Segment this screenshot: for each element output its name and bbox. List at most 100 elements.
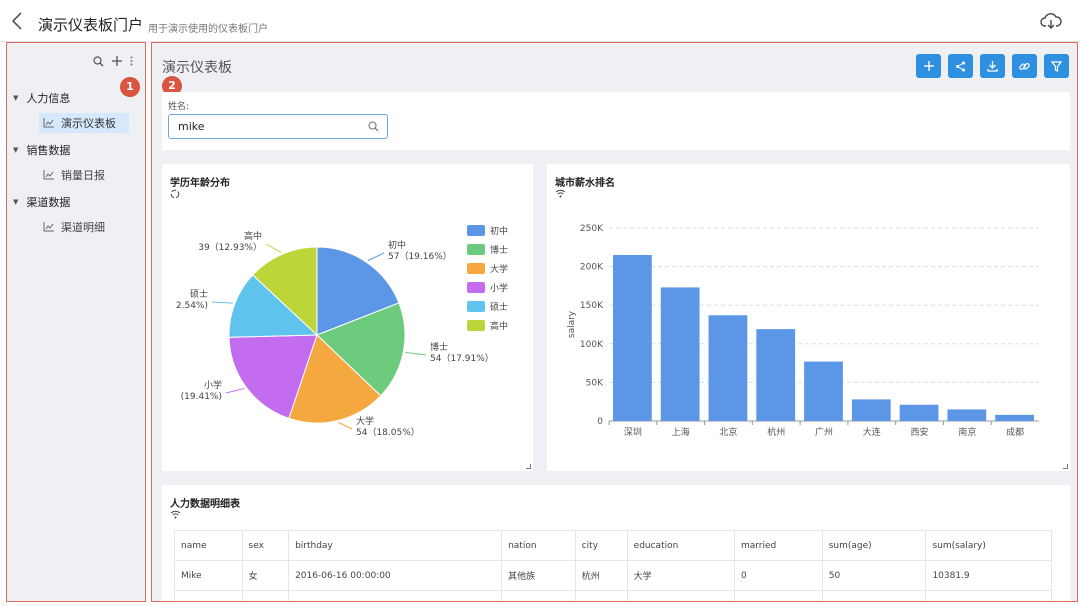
table-cell: 0 <box>733 560 823 591</box>
page-subtitle: 用于演示使用的仪表板门户 <box>148 24 268 35</box>
bar <box>708 315 748 421</box>
table-header-cell[interactable]: city <box>574 530 628 561</box>
name-filter-input[interactable]: mike <box>168 114 388 139</box>
share-icon <box>956 61 965 71</box>
sidebar-item-daily-sales[interactable]: 销量日报 <box>39 165 129 185</box>
sidebar-toolbar <box>93 53 133 69</box>
table-row: Mike 女 2016-06-16 00:00:00 其他族 杭州 大学 0 50 10381.… <box>174 560 1052 591</box>
cloud-download-icon[interactable] <box>1040 12 1062 30</box>
pie-label-value: (19.41%) <box>181 392 222 402</box>
sidebar-group-label: 渠道数据 <box>26 196 71 209</box>
pie-label-value: 2.54%) <box>176 301 208 311</box>
bar <box>756 329 796 421</box>
bar-chart-card: 城市薪水排名 0 50K 100K 150K 200K 250K salary 深圳 上海 北京杭… <box>547 164 1070 471</box>
table-row: Mike女2016-06-16 00:00:00壮族深圳大学14211044.3… <box>174 590 1052 601</box>
y-axis-label: salary <box>567 310 577 338</box>
y-tick-label: 50K <box>586 378 604 388</box>
x-tick-label: 广州 <box>815 426 833 438</box>
sidebar-item-demo-dashboard[interactable]: 演示仪表板 <box>39 113 129 133</box>
table-cell: 大学 <box>626 560 735 591</box>
bar <box>947 409 987 421</box>
page-title: 演示仪表板门户 <box>38 16 144 34</box>
table-cell: Mike <box>174 590 243 601</box>
table-header-cell[interactable]: sex <box>241 530 290 561</box>
bar <box>613 255 652 421</box>
detail-table: name sex birthday nation city education marrie… <box>174 530 1052 601</box>
search-icon[interactable] <box>93 55 104 67</box>
link-button[interactable] <box>1012 54 1037 78</box>
sidebar-group-label: 销售数据 <box>26 144 71 157</box>
x-tick-label: 杭州 <box>767 426 785 438</box>
table-cell: 深圳 <box>574 590 628 601</box>
y-tick-label: 200K <box>580 263 604 273</box>
table-cell: 11044.38 <box>925 590 1052 601</box>
pie-label-value: 39（12.93%） <box>198 242 262 253</box>
add-button[interactable] <box>916 54 941 78</box>
legend-label: 高中 <box>490 320 508 332</box>
table-cell: 42 <box>821 590 927 601</box>
dashboard-main: 2 演示仪表板 姓名: mike 学历年龄分布 初中 57（19.16%） 博士 54… <box>151 42 1078 602</box>
table-cell: 2016-06-16 00:00:00 <box>288 560 503 591</box>
filter-icon <box>1051 60 1062 72</box>
download-button[interactable] <box>980 54 1005 78</box>
back-icon[interactable] <box>10 12 24 30</box>
download-icon <box>987 60 998 72</box>
bar-chart: 0 50K 100K 150K 200K 250K salary 深圳 上海 北京 杭州 广州 大连 西安… <box>567 224 1039 438</box>
table-cell: Mike <box>174 560 243 591</box>
wifi-icon[interactable] <box>170 510 181 519</box>
table-header-cell[interactable]: sum(salary) <box>925 530 1052 561</box>
pie-label-line <box>265 243 282 253</box>
table-header-cell[interactable]: nation <box>501 530 576 561</box>
table-header-cell[interactable]: name <box>174 530 243 561</box>
x-tick-label: 大连 <box>863 426 881 438</box>
table-header-cell[interactable]: education <box>626 530 735 561</box>
bar <box>660 287 700 421</box>
table-header-cell[interactable]: married <box>733 530 823 561</box>
pie-label-name: 小学 <box>204 379 222 391</box>
pie-label-line <box>211 301 233 304</box>
header: 演示仪表板门户 用于演示使用的仪表板门户 <box>0 0 1080 42</box>
sidebar-group-channel[interactable]: ▼ 渠道数据 <box>7 191 145 213</box>
pie-label-name: 初中 <box>388 239 406 251</box>
filter-panel: 姓名: mike <box>162 92 1070 150</box>
resize-handle[interactable] <box>1063 464 1068 469</box>
pie-label-line <box>405 351 427 356</box>
caret-down-icon: ▼ <box>13 198 19 206</box>
table-cell: 其他族 <box>501 560 576 591</box>
pie-label-name: 硕士 <box>190 288 208 300</box>
chart-icon <box>43 118 54 128</box>
table-header-cell[interactable]: sum(age) <box>821 530 927 561</box>
x-tick-label: 上海 <box>672 426 690 438</box>
pie-label-line <box>225 387 245 394</box>
bar <box>804 361 843 421</box>
pie-label-line <box>338 421 353 430</box>
dashboard-title: 演示仪表板 <box>162 60 232 76</box>
table-title: 人力数据明细表 <box>170 499 240 510</box>
pie-label-name: 大学 <box>356 415 374 427</box>
table-cell: 大学 <box>626 590 735 601</box>
table-cell: 壮族 <box>501 590 576 601</box>
dashboard-toolbar <box>916 54 1069 78</box>
table-cell: 50 <box>821 560 927 591</box>
pie-label-value: 54（18.05%） <box>356 427 420 438</box>
sidebar-group-sales[interactable]: ▼ 销售数据 <box>7 139 145 161</box>
sidebar-item-channel-detail[interactable]: 渠道明细 <box>39 217 129 237</box>
resize-handle[interactable] <box>526 464 531 469</box>
bar <box>851 399 891 421</box>
chart-icon <box>43 222 54 232</box>
caret-down-icon: ▼ <box>13 94 19 102</box>
pie-label-value: 57（19.16%） <box>388 251 452 262</box>
add-icon[interactable] <box>112 56 122 66</box>
y-tick-label: 150K <box>580 301 604 311</box>
sidebar-group-hr[interactable]: ▼ 人力信息 <box>7 87 145 109</box>
legend-swatch <box>467 320 485 331</box>
table-cell: 女 <box>241 590 290 601</box>
legend-label: 小学 <box>490 282 508 294</box>
table-card: 人力数据明细表 name sex birthday nation city educati… <box>162 485 1070 601</box>
share-button[interactable] <box>948 54 973 78</box>
more-vertical-icon[interactable] <box>130 56 133 66</box>
table-header-cell[interactable]: birthday <box>288 530 503 561</box>
table-cell: 1 <box>733 590 823 601</box>
filter-button[interactable] <box>1044 54 1069 78</box>
search-icon[interactable] <box>368 121 379 132</box>
